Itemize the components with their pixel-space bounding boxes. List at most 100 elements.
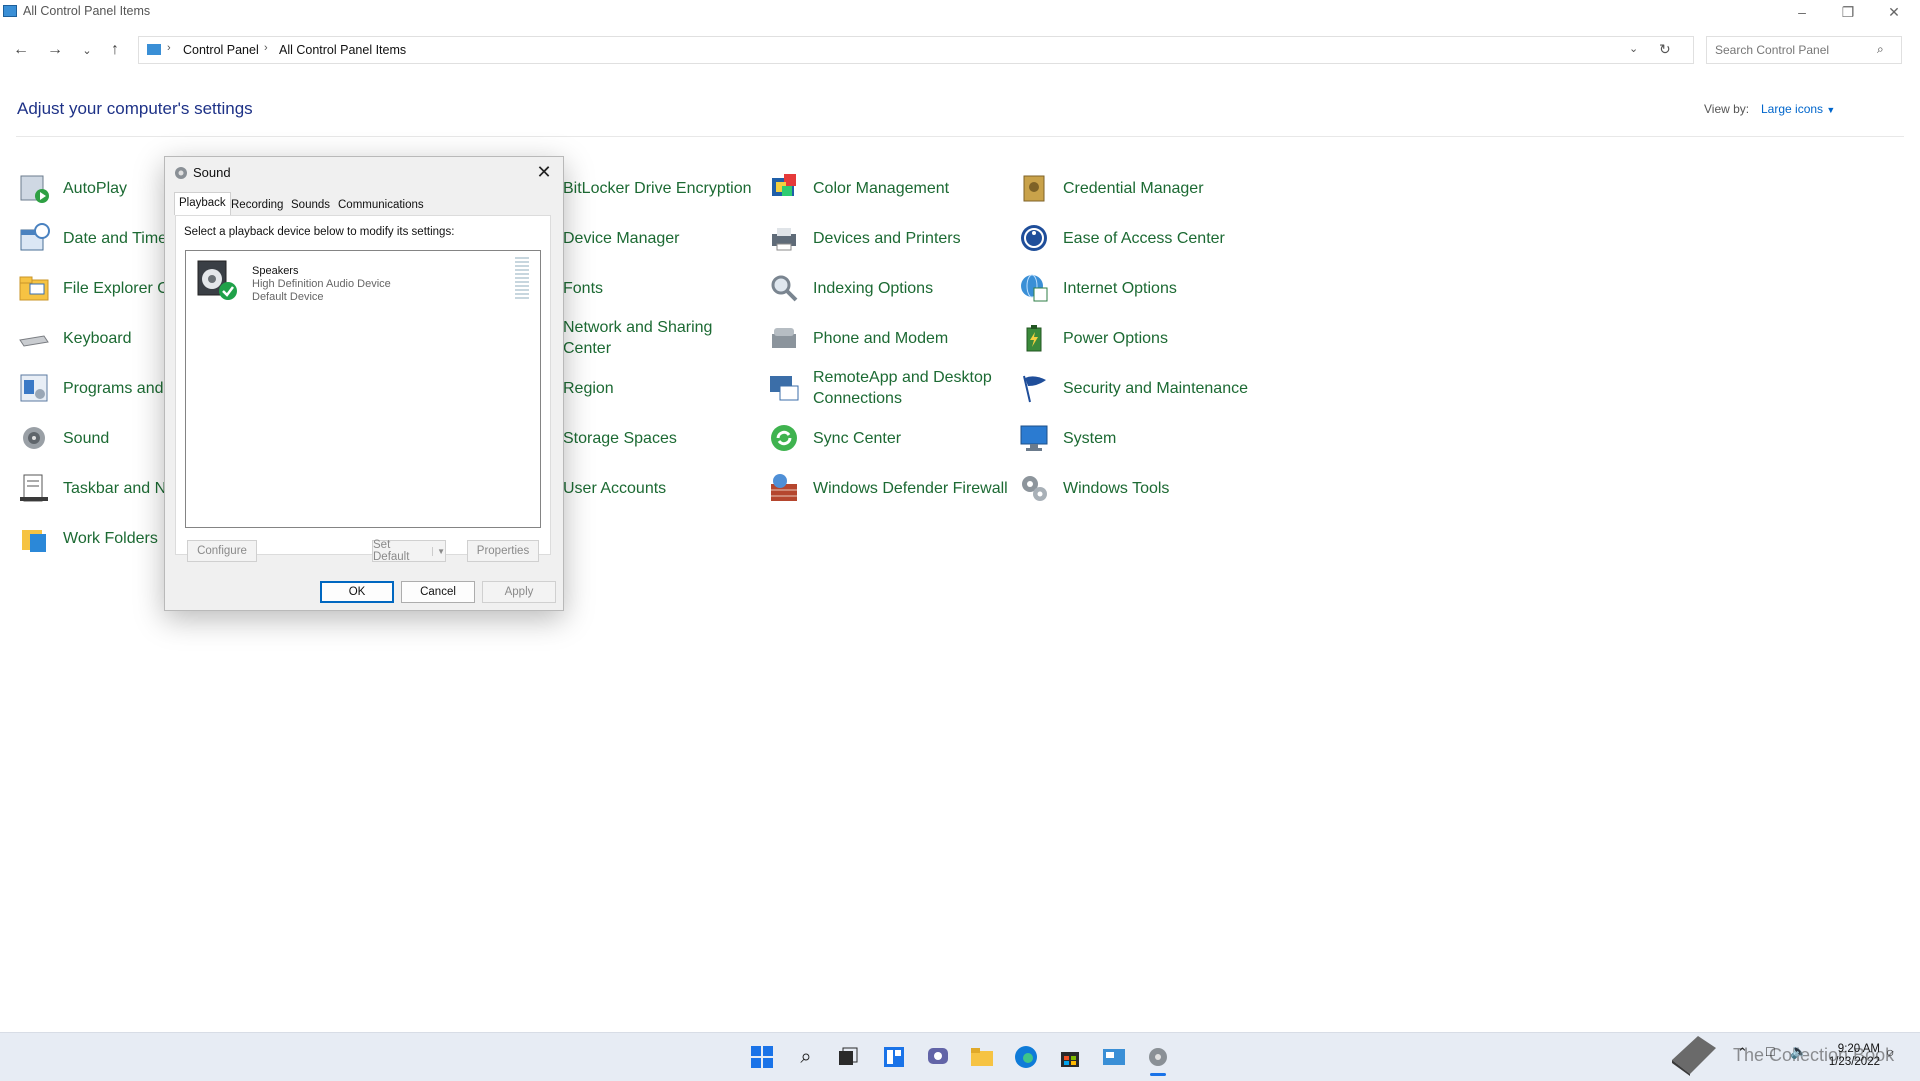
magnifier-icon <box>771 275 798 302</box>
taskbar-icon <box>20 474 48 502</box>
search-icon[interactable]: ⌕ <box>1877 42 1884 57</box>
item-label[interactable]: Region <box>563 378 614 399</box>
credential-vault-icon <box>1023 175 1045 202</box>
device-name: Speakers <box>252 265 299 277</box>
item-label[interactable]: AutoPlay <box>63 178 127 199</box>
task-view-icon[interactable] <box>834 1043 862 1071</box>
item-phone-and-modem[interactable]: Phone and Modem <box>768 316 1008 360</box>
item-ease-of-access[interactable]: Ease of Access Center <box>1018 216 1258 260</box>
volume-icon[interactable]: 🔈 <box>1790 1043 1807 1060</box>
up-arrow-icon[interactable]: ↑ <box>102 38 128 62</box>
item-label[interactable]: Taskbar and Na <box>63 478 175 499</box>
set-default-label[interactable]: Set Default <box>373 539 426 563</box>
item-label[interactable]: Network and Sharing Center <box>563 317 758 359</box>
tray-chevron-icon[interactable]: ⌃ <box>1737 1045 1748 1061</box>
breadcrumb-control-panel[interactable]: Control Panel <box>183 43 259 57</box>
item-power-options[interactable]: Power Options <box>1018 316 1258 360</box>
minimize-button[interactable]: – <box>1780 0 1824 24</box>
item-windows-tools[interactable]: Windows Tools <box>1018 466 1258 510</box>
item-label[interactable]: Sync Center <box>813 428 901 449</box>
item-label[interactable]: Credential Manager <box>1063 178 1204 199</box>
item-label[interactable]: Windows Defender Firewall <box>813 478 1008 499</box>
item-label[interactable]: Ease of Access Center <box>1063 228 1225 249</box>
cancel-button[interactable]: Cancel <box>401 581 475 603</box>
item-label[interactable]: Power Options <box>1063 328 1168 349</box>
item-label[interactable]: RemoteApp and Desktop Connections <box>813 367 1008 409</box>
list-item[interactable]: Speakers High Definition Audio Device De… <box>188 253 518 305</box>
item-label[interactable]: Internet Options <box>1063 278 1177 299</box>
tab-communications[interactable]: Communications <box>334 195 428 215</box>
address-bar[interactable]: › Control Panel › All Control Panel Item… <box>138 36 1694 64</box>
item-label[interactable]: Device Manager <box>563 228 680 249</box>
tab-playback[interactable]: Playback <box>174 192 231 215</box>
set-default-button[interactable]: Set Default ▼ <box>372 539 446 563</box>
item-indexing-options[interactable]: Indexing Options <box>768 266 1008 310</box>
file-explorer-icon[interactable] <box>968 1043 996 1071</box>
address-dropdown-icon[interactable]: ⌄ <box>1629 42 1638 55</box>
item-color-management[interactable]: Color Management <box>768 166 1008 210</box>
item-label[interactable]: BitLocker Drive Encryption <box>563 178 752 199</box>
widgets-icon[interactable] <box>880 1043 908 1071</box>
chevron-down-icon[interactable]: ▼ <box>432 546 445 556</box>
item-security-and-maintenance[interactable]: Security and Maintenance <box>1018 366 1258 410</box>
clock[interactable]: 9:20 AM 1/23/2022 <box>1822 1043 1880 1069</box>
device-status: Default Device <box>252 291 324 303</box>
restore-button[interactable]: ❐ <box>1826 0 1870 24</box>
item-label[interactable]: System <box>1063 428 1116 449</box>
item-remoteapp[interactable]: RemoteApp and Desktop Connections <box>768 366 1008 410</box>
properties-button[interactable]: Properties <box>467 540 539 562</box>
chat-icon[interactable] <box>924 1043 952 1071</box>
item-label[interactable]: Storage Spaces <box>563 428 677 449</box>
apply-button[interactable]: Apply <box>482 581 556 603</box>
control-panel-taskbar-icon[interactable] <box>1100 1043 1128 1071</box>
item-label[interactable]: Indexing Options <box>813 278 933 299</box>
item-label[interactable]: Security and Maintenance <box>1063 378 1248 399</box>
view-by-value[interactable]: Large icons <box>1761 102 1823 116</box>
item-internet-options[interactable]: Internet Options <box>1018 266 1258 310</box>
configure-button[interactable]: Configure <box>187 540 257 562</box>
item-system[interactable]: System <box>1018 416 1258 460</box>
start-icon[interactable] <box>748 1043 776 1071</box>
item-label[interactable]: File Explorer O <box>63 278 170 299</box>
breadcrumb-all-items[interactable]: All Control Panel Items <box>279 43 406 57</box>
ok-button[interactable]: OK <box>320 581 394 603</box>
search-input[interactable]: Search Control Panel <box>1715 43 1829 57</box>
item-label[interactable]: Sound <box>63 428 109 449</box>
item-label[interactable]: Work Folders <box>63 528 158 549</box>
item-label[interactable]: User Accounts <box>563 478 666 499</box>
device-description: High Definition Audio Device <box>252 278 391 290</box>
item-sync-center[interactable]: Sync Center <box>768 416 1008 460</box>
globe-icon <box>1021 274 1048 302</box>
item-label[interactable]: Phone and Modem <box>813 328 948 349</box>
close-window-button[interactable]: ✕ <box>1872 0 1916 24</box>
accessibility-icon <box>1021 225 1047 251</box>
search-icon[interactable]: ⌕ <box>792 1043 820 1071</box>
forward-arrow-icon[interactable]: → <box>42 38 68 62</box>
view-by-dropdown[interactable]: Large icons ▼ <box>1761 102 1835 116</box>
item-credential-manager[interactable]: Credential Manager <box>1018 166 1258 210</box>
battery-icon <box>1026 325 1042 352</box>
item-label[interactable]: Windows Tools <box>1063 478 1169 499</box>
close-icon[interactable]: ✕ <box>531 159 557 185</box>
edge-icon[interactable] <box>1012 1043 1040 1071</box>
item-label[interactable]: Date and Time <box>63 228 167 249</box>
sound-taskbar-icon[interactable] <box>1144 1043 1172 1071</box>
search-box[interactable]: Search Control Panel ⌕ <box>1706 36 1902 64</box>
title-bar: All Control Panel Items – ❐ ✕ <box>0 0 1920 24</box>
network-icon[interactable]: □ <box>1766 1043 1774 1059</box>
item-label[interactable]: Color Management <box>813 178 949 199</box>
item-label[interactable]: Keyboard <box>63 328 132 349</box>
item-devices-and-printers[interactable]: Devices and Printers <box>768 216 1008 260</box>
recent-locations-chevron-icon[interactable]: ⌄ <box>74 38 100 62</box>
store-icon[interactable] <box>1056 1043 1084 1071</box>
device-list[interactable]: Speakers High Definition Audio Device De… <box>185 250 541 528</box>
refresh-icon[interactable]: ↻ <box>1659 41 1671 58</box>
tab-sounds[interactable]: Sounds <box>287 195 334 215</box>
item-label[interactable]: Programs and <box>63 378 164 399</box>
notification-icon[interactable]: ○ <box>1886 1044 1894 1060</box>
tab-recording[interactable]: Recording <box>227 195 287 215</box>
item-windows-defender-firewall[interactable]: Windows Defender Firewall <box>768 466 1008 510</box>
back-arrow-icon[interactable]: ← <box>8 38 34 62</box>
item-label[interactable]: Fonts <box>563 278 603 299</box>
item-label[interactable]: Devices and Printers <box>813 228 961 249</box>
